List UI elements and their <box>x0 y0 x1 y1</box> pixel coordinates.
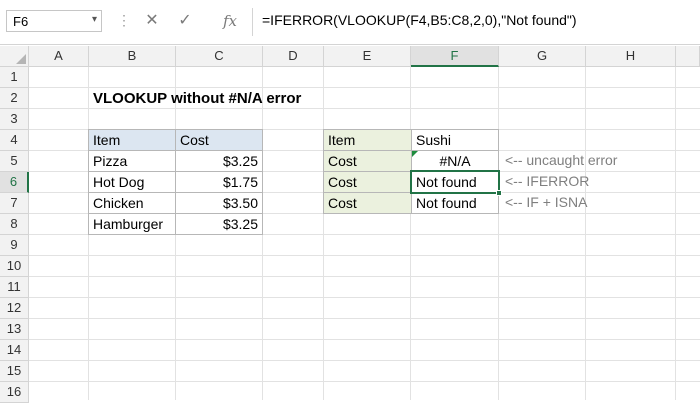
lookup-item-cell[interactable]: Hot Dog <box>88 171 176 193</box>
column-header-a[interactable]: A <box>29 46 89 67</box>
lookup-cost-cell[interactable]: $1.75 <box>175 171 263 193</box>
formula-bar-divider <box>252 8 253 36</box>
formula-input[interactable]: =IFERROR(VLOOKUP(F4,B5:C8,2,0),"Not foun… <box>262 12 577 28</box>
column-header-c[interactable]: C <box>176 46 263 67</box>
row-header-13[interactable]: 13 <box>0 319 29 340</box>
select-all-button[interactable] <box>0 46 29 67</box>
name-box-value: F6 <box>13 14 29 29</box>
annotation-note[interactable]: <-- IF + ISNA <box>501 192 700 213</box>
gridline <box>29 381 700 382</box>
result-value-cell[interactable]: #N/A <box>411 150 499 172</box>
gridline <box>29 297 700 298</box>
formula-bar: F6 ▾ ⋮ ✕ ✓ fx =IFERROR(VLOOKUP(F4,B5:C8,… <box>0 0 700 45</box>
row-header-3[interactable]: 3 <box>0 109 29 130</box>
row-header-8[interactable]: 8 <box>0 214 29 235</box>
row-header-9[interactable]: 9 <box>0 235 29 256</box>
name-box[interactable]: F6 ▾ <box>6 10 102 32</box>
sheet-title[interactable]: VLOOKUP without #N/A error <box>89 88 389 109</box>
row-header-15[interactable]: 15 <box>0 361 29 382</box>
enter-icon[interactable]: ✓ <box>173 9 197 33</box>
error-indicator-icon[interactable] <box>412 151 418 157</box>
lookup-item-cell[interactable]: Chicken <box>88 192 176 214</box>
row-header-10[interactable]: 10 <box>0 256 29 277</box>
column-header-overflow[interactable] <box>676 46 700 67</box>
lookup-cost-cell[interactable]: $3.25 <box>175 213 263 235</box>
gridline <box>29 276 700 277</box>
row-header-12[interactable]: 12 <box>0 298 29 319</box>
result-label-cost[interactable]: Cost <box>323 192 412 214</box>
name-box-dropdown-icon[interactable]: ▾ <box>92 14 97 25</box>
row-header-7[interactable]: 7 <box>0 193 29 214</box>
row-header-11[interactable]: 11 <box>0 277 29 298</box>
row-header-1[interactable]: 1 <box>0 67 29 88</box>
lookup-item-cell[interactable]: Hamburger <box>88 213 176 235</box>
column-header-h[interactable]: H <box>586 46 676 67</box>
result-value-cell[interactable]: Not found <box>411 192 499 214</box>
active-cell-outline[interactable] <box>410 170 500 194</box>
lookup-header-cost[interactable]: Cost <box>175 129 263 151</box>
result-label-cost[interactable]: Cost <box>323 150 412 172</box>
result-label-cost[interactable]: Cost <box>323 171 412 193</box>
column-header-d[interactable]: D <box>263 46 324 67</box>
spreadsheet-grid[interactable]: A B C D E F G H 1 2 3 4 5 6 7 8 9 10 11 … <box>0 46 700 403</box>
column-header-g[interactable]: G <box>499 46 586 67</box>
lookup-cost-cell[interactable]: $3.50 <box>175 192 263 214</box>
annotation-note[interactable]: <-- IFERROR <box>501 171 700 192</box>
lookup-item-cell[interactable]: Pizza <box>88 150 176 172</box>
column-header-f[interactable]: F <box>411 46 499 67</box>
row-header-4[interactable]: 4 <box>0 130 29 151</box>
gridline <box>29 339 700 340</box>
annotation-note[interactable]: <-- uncaught error <box>501 150 700 171</box>
insert-function-icon[interactable]: fx <box>218 9 242 33</box>
lookup-header-item[interactable]: Item <box>88 129 176 151</box>
column-header-e[interactable]: E <box>324 46 411 67</box>
row-header-14[interactable]: 14 <box>0 340 29 361</box>
column-header-b[interactable]: B <box>89 46 176 67</box>
gridline <box>29 318 700 319</box>
cancel-icon[interactable]: ✕ <box>140 9 164 33</box>
row-header-2[interactable]: 2 <box>0 88 29 109</box>
lookup-value-cell[interactable]: Sushi <box>411 129 499 151</box>
gridline <box>29 255 700 256</box>
row-header-5[interactable]: 5 <box>0 151 29 172</box>
row-header-6[interactable]: 6 <box>0 172 29 193</box>
lookup-cost-cell[interactable]: $3.25 <box>175 150 263 172</box>
result-label-item[interactable]: Item <box>323 129 412 151</box>
select-all-icon <box>16 54 26 64</box>
gridline <box>29 360 700 361</box>
formula-bar-grip-icon[interactable]: ⋮ <box>117 12 131 29</box>
